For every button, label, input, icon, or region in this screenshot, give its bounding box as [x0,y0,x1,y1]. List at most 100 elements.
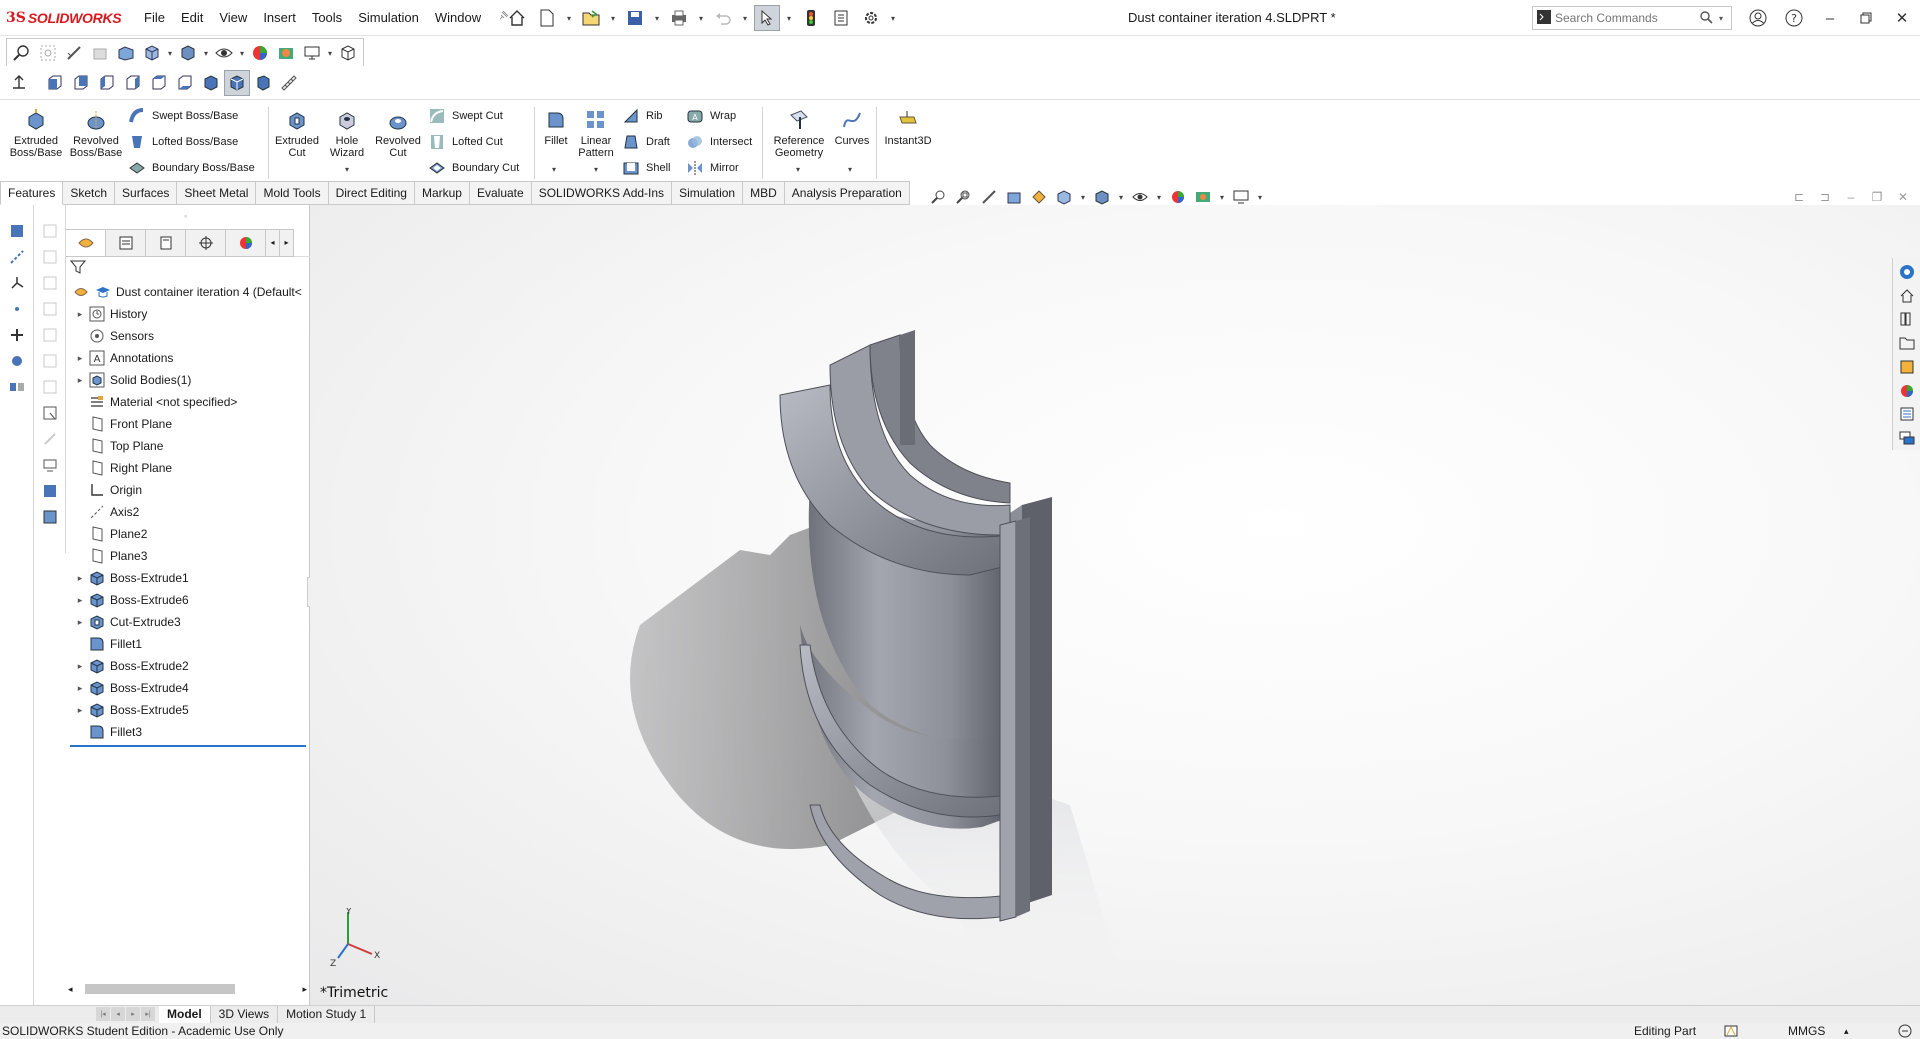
tree-item-solid-bodies-1[interactable]: ▸ Solid Bodies(1) [66,369,310,391]
top-view-icon[interactable] [146,70,172,96]
intersect-button[interactable]: Intersect [686,131,752,153]
minimize-icon[interactable]: – [1812,0,1848,36]
filter-icon[interactable] [69,259,90,279]
search-commands[interactable]: ▾ [1532,6,1732,30]
custom-properties-icon[interactable] [1895,404,1919,426]
apply-scene-icon[interactable] [273,40,299,66]
graphics-area[interactable] [310,205,1920,1005]
point-icon[interactable] [2,297,32,321]
select-arrow-icon[interactable] [754,5,780,31]
copy-icon[interactable] [36,297,64,321]
tab-analysis-preparation[interactable]: Analysis Preparation [784,181,910,205]
close-icon[interactable]: ✕ [1892,186,1914,208]
tree-item-history[interactable]: ▸ History [66,303,310,325]
chevron-down-icon[interactable]: ▾ [201,40,211,66]
tree-item-material-not-specified[interactable]: Material <not specified> [66,391,310,413]
copy-layout-icon[interactable] [36,505,64,529]
copy-icon[interactable] [36,271,64,295]
tree-item-plane2[interactable]: Plane2 [66,523,310,545]
chevron-down-icon[interactable]: ▾ [552,165,556,174]
chevron-down-icon[interactable]: ▾ [345,165,349,174]
tab-features[interactable]: Features [0,181,64,205]
rollback-bar[interactable] [70,745,306,747]
chevron-down-icon[interactable]: ▾ [237,40,247,66]
dynamic-annotation-icon[interactable] [113,40,139,66]
tree-item-boss-extrude5[interactable]: ▸ Boss-Extrude5 [66,699,310,721]
tab-model[interactable]: Model [159,1006,211,1023]
section-view-icon[interactable] [1003,186,1025,208]
undo-icon[interactable] [710,5,736,31]
options-gear-icon[interactable] [858,5,884,31]
menu-insert[interactable]: Insert [255,0,304,36]
tree-item-cut-extrude3[interactable]: ▸ Cut-Extrude3 [66,611,310,633]
restore-icon[interactable] [1848,0,1884,36]
user-account-icon[interactable] [1740,0,1776,36]
tab-motion-study[interactable]: Motion Study 1 [278,1006,376,1023]
section-view-icon[interactable] [87,40,113,66]
chevron-down-icon[interactable]: ▾ [1116,184,1126,210]
zoom-to-fit-icon[interactable] [9,40,35,66]
tree-item-boss-extrude2[interactable]: ▸ Boss-Extrude2 [66,655,310,677]
display-relations-icon[interactable] [2,375,32,399]
revolved-boss-button[interactable]: Revolved Boss/Base [68,107,124,159]
rebuild-icon[interactable] [798,5,824,31]
previous-view-icon[interactable] [61,40,87,66]
dimetric-view-icon[interactable] [250,70,276,96]
tree-item-origin[interactable]: Origin [66,479,310,501]
split-left-icon[interactable]: ⊏ [1788,186,1810,208]
horizontal-scrollbar[interactable]: ◂ ▸ [66,981,310,997]
tab-sketch[interactable]: Sketch [63,181,116,205]
forum-icon[interactable] [1895,427,1919,449]
expand-arrow-icon[interactable]: ▸ [74,595,86,606]
solidworks-logo[interactable]: 3S SOLIDWORKS [6,8,122,28]
help-icon[interactable]: ? [1776,0,1812,36]
last-tab-icon[interactable]: ▸| [141,1007,155,1021]
chevron-down-icon[interactable]: ▾ [1154,184,1164,210]
tree-item-axis2[interactable]: Axis2 [66,501,310,523]
3d-view-icon[interactable] [335,40,361,66]
right-view-icon[interactable] [120,70,146,96]
bottom-view-icon[interactable] [172,70,198,96]
boundary-boss-button[interactable]: Boundary Boss/Base [128,157,255,179]
tab-3d-views[interactable]: 3D Views [210,1006,279,1023]
chevron-down-icon[interactable]: ▾ [1255,184,1265,210]
tree-item-top-plane[interactable]: Top Plane [66,435,310,457]
dynamic-annotation-icon[interactable] [1028,186,1050,208]
linear-pattern-button[interactable]: Linear Pattern [576,107,616,159]
chevron-down-icon[interactable]: ▾ [796,165,800,174]
drag-handle[interactable]: ◦ [184,211,187,221]
chevron-down-icon[interactable]: ▾ [165,40,175,66]
zoom-to-fit-icon[interactable] [928,186,950,208]
tab-markup[interactable]: Markup [414,181,470,205]
new-document-icon[interactable] [534,5,560,31]
zoom-to-area-icon[interactable] [953,186,975,208]
hole-wizard-button[interactable]: Hole Wizard [322,107,372,159]
chevron-up-icon[interactable]: ▴ [1844,1023,1849,1039]
display-style-icon[interactable] [175,40,201,66]
restore-icon[interactable]: ❐ [1866,186,1888,208]
close-icon[interactable]: ✕ [1884,0,1920,36]
expand-arrow-icon[interactable]: ▸ [74,309,86,320]
chevron-down-icon[interactable]: ▾ [784,5,794,31]
file-properties-icon[interactable] [828,5,854,31]
save-icon[interactable] [622,5,648,31]
expand-arrow-icon[interactable]: ▸ [74,705,86,716]
expand-arrow-icon[interactable]: ▸ [74,573,86,584]
extruded-boss-button[interactable]: Extruded Boss/Base [8,107,64,159]
back-view-icon[interactable] [68,70,94,96]
swept-cut-button[interactable]: Swept Cut [428,105,503,127]
tree-item-boss-extrude1[interactable]: ▸ Boss-Extrude1 [66,567,310,589]
property-manager-tab[interactable] [106,228,146,257]
normal-to-icon[interactable] [6,70,32,96]
tab-solidworks-addins[interactable]: SOLIDWORKS Add-Ins [531,181,673,205]
reference-geometry-button[interactable]: Reference Geometry [766,107,832,159]
draft-button[interactable]: Draft [622,131,670,153]
expand-arrow-icon[interactable]: ▸ [74,375,86,386]
tabs-scroll-right[interactable]: ▸ [280,228,294,257]
menu-edit[interactable]: Edit [173,0,211,36]
home-icon[interactable] [504,5,530,31]
search-icon[interactable] [1699,10,1713,27]
tree-item-annotations[interactable]: ▸ A Annotations [66,347,310,369]
tab-mbd[interactable]: MBD [743,181,785,205]
point-axis-icon[interactable] [2,271,32,295]
